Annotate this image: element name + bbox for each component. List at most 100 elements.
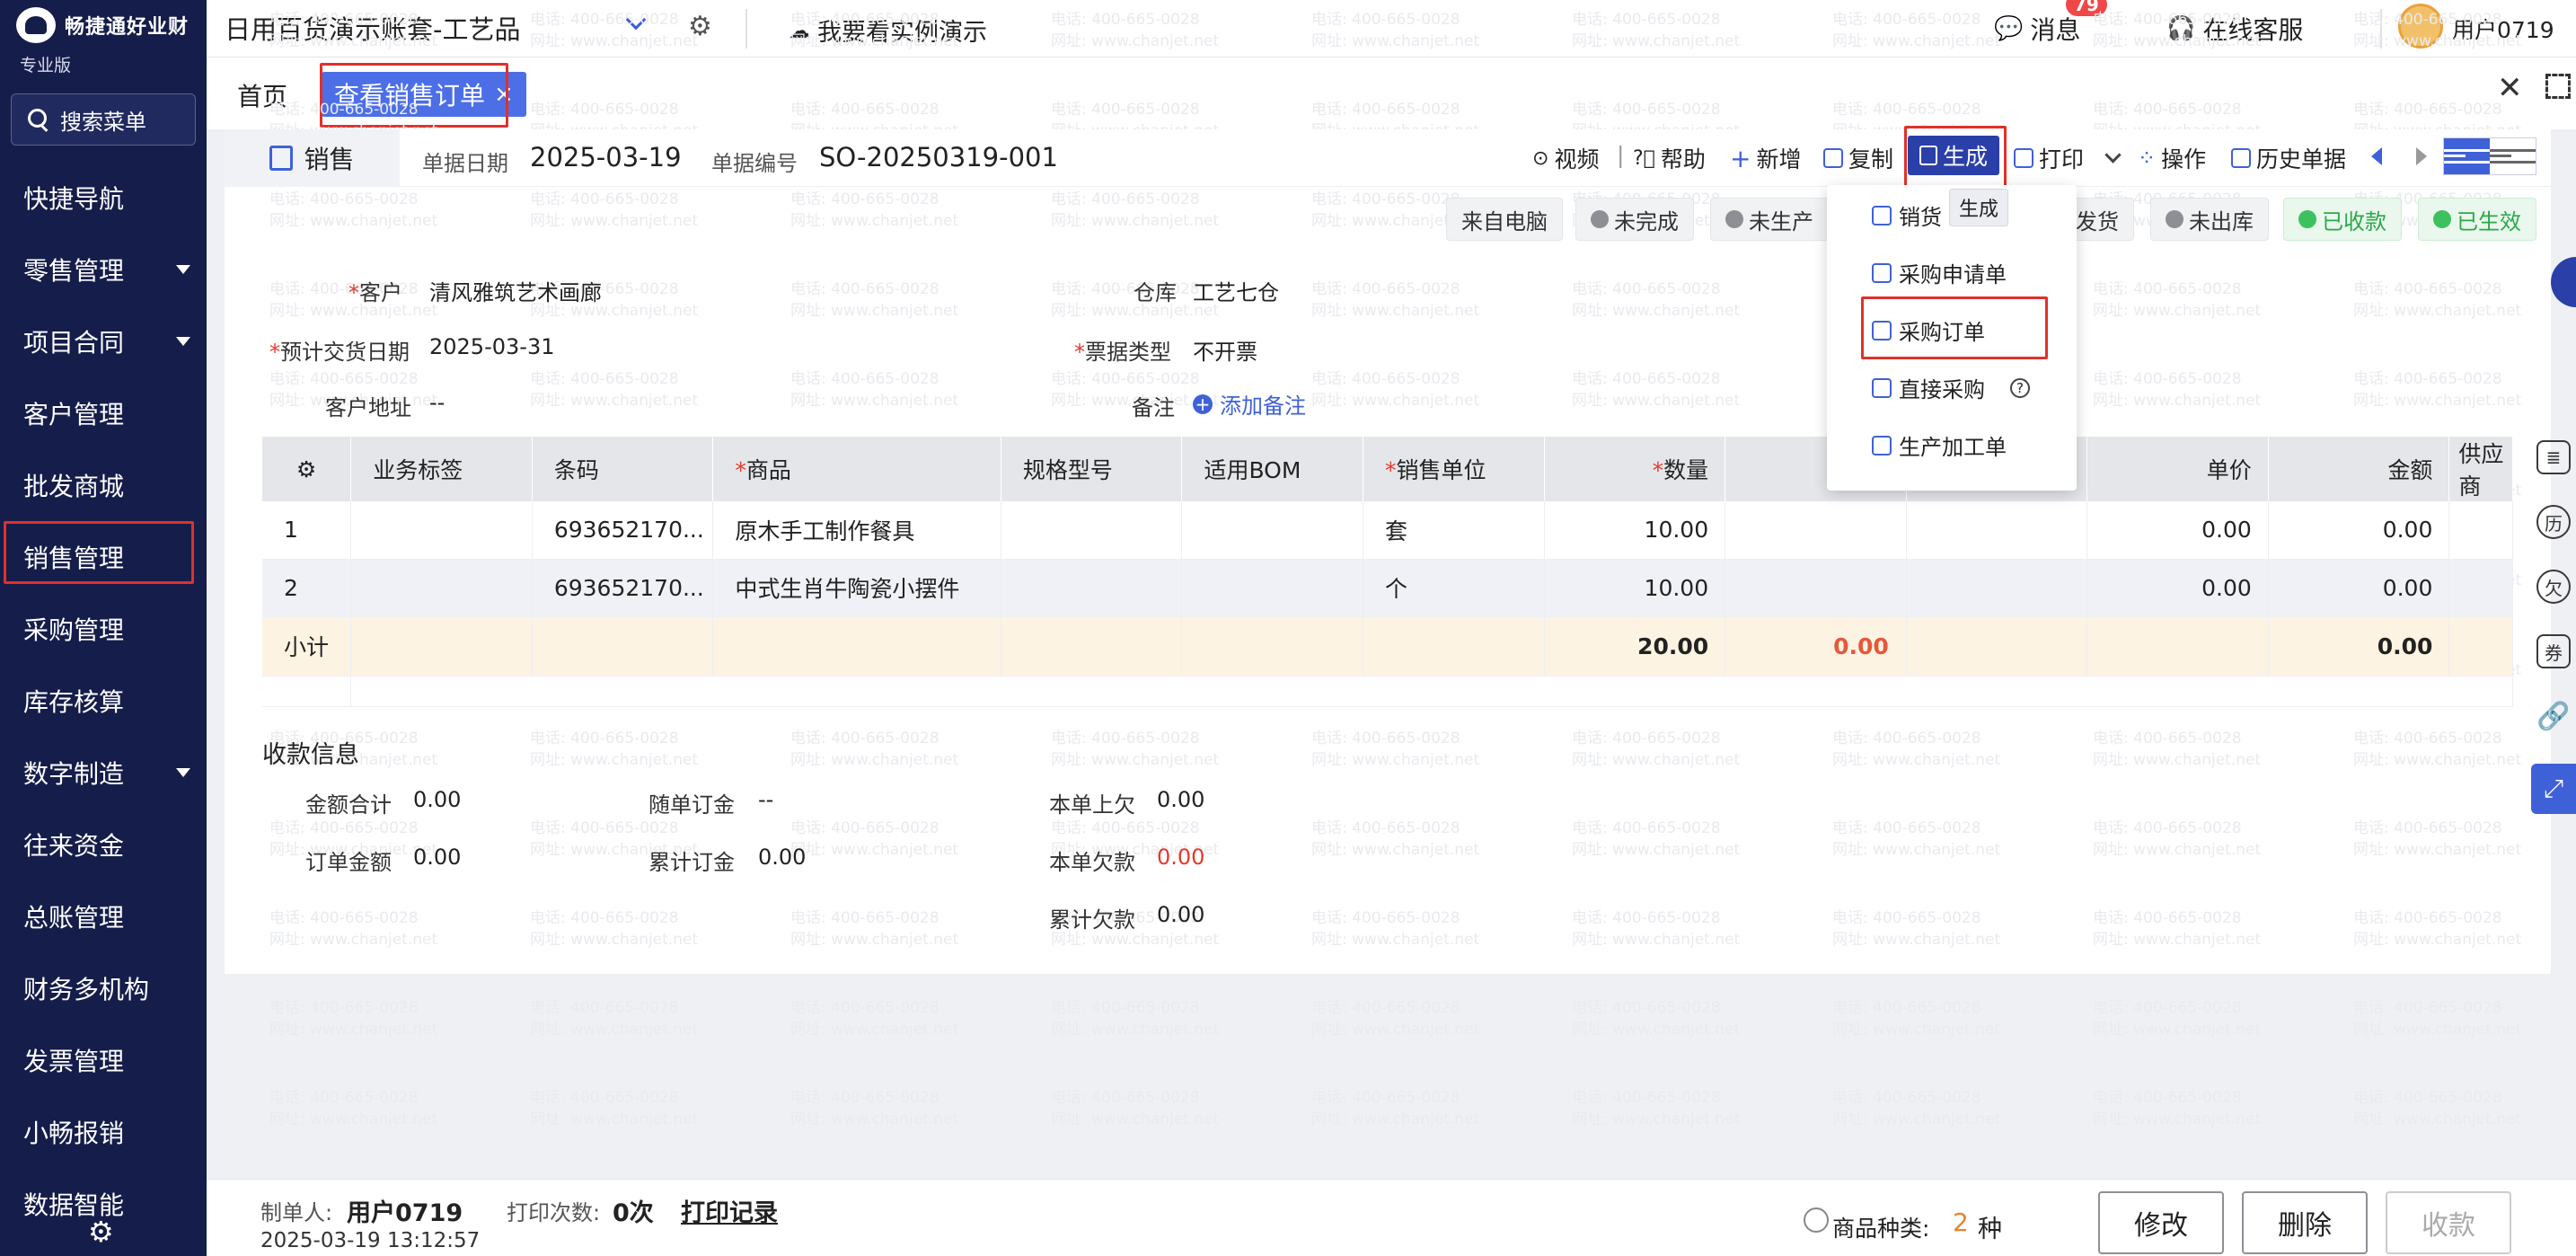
watermark: 电话: 400-665-0028网址: www.chanjet.net (1311, 1089, 1480, 1128)
watermark: 电话: 400-665-0028网址: www.chanjet.net (269, 1089, 438, 1128)
prev-doc-icon[interactable] (2371, 147, 2382, 165)
add-button[interactable]: + 新增 (1730, 142, 1801, 174)
col-header: 条码 (532, 437, 714, 501)
sidebar-item[interactable]: 发票管理 (0, 1024, 207, 1096)
sidebar-item[interactable]: 销售管理 (0, 521, 207, 593)
sidebar-item[interactable]: 总账管理 (0, 880, 207, 952)
sidebar-item-label: 数字制造 (23, 759, 125, 789)
list-view-icon[interactable] (2444, 138, 2490, 174)
generate-dropdown: 销货 采购申请单 采购订单 直接采购? 生产加工单 (1827, 185, 2077, 491)
sidebar-item[interactable]: 客户管理 (0, 377, 207, 449)
copy-button[interactable]: 复制 (1823, 142, 1893, 174)
coupon-rail-icon[interactable]: 券 (2536, 634, 2571, 668)
right-rail: ≣ 历 欠 券 🔗 ⤢ (2531, 422, 2576, 871)
sidebar-item[interactable]: 库存核算 (0, 665, 207, 737)
invoice-type-value[interactable]: 不开票 (1193, 334, 1257, 366)
menu-item-direct-purchase[interactable]: 直接采购? (1872, 372, 2030, 403)
next-doc-icon[interactable] (2416, 147, 2427, 165)
status-dot-icon (1591, 210, 1609, 228)
status-chip-source: 来自电脑 (1446, 198, 1563, 241)
column-settings-icon[interactable]: ⚙ (262, 437, 352, 501)
sidebar-item[interactable]: 项目合同 (0, 305, 207, 377)
sidebar-item[interactable]: 小畅报销 (0, 1096, 207, 1168)
customer-value[interactable]: 清风雅筑艺术画廊 (429, 275, 602, 306)
print-button[interactable]: 打印 (2014, 142, 2122, 174)
cell-bom (1181, 501, 1363, 560)
operate-button[interactable]: ⁘ 操作 (2138, 142, 2206, 174)
sidebar-item[interactable]: 数字制造 (0, 737, 207, 809)
account-selector[interactable]: 日用百货演示账套-工艺品 (225, 9, 520, 47)
demo-label: 我要看实例演示 (817, 19, 987, 47)
menu-item-purchase-order[interactable]: 采购订单 (1872, 314, 1985, 346)
chevron-down-icon[interactable] (625, 9, 647, 31)
order-amount-label: 订单金额 (305, 850, 392, 875)
chevron-down-icon[interactable] (2104, 146, 2122, 164)
history-rail-icon[interactable]: 历 (2536, 505, 2571, 539)
cell-supplier (2448, 559, 2513, 617)
watermark: 电话: 400-665-0028网址: www.chanjet.net (269, 999, 438, 1039)
delete-button[interactable]: 删除 (2242, 1191, 2368, 1254)
card-view-icon[interactable] (2490, 138, 2536, 174)
generate-button[interactable]: 生成 (1908, 136, 1999, 175)
account-gear-icon[interactable]: ⚙ (688, 11, 712, 42)
table-row[interactable]: 2 693652170... 中式生肖牛陶瓷小摆件 个 10.00 0.00 0… (262, 559, 2513, 617)
menu-item-production-order[interactable]: 生产加工单 (1872, 429, 2007, 461)
delivery-date-value[interactable]: 2025-03-31 (429, 334, 554, 359)
tab-close-icon[interactable]: × (494, 81, 514, 108)
tab-home[interactable]: 首页 (237, 77, 287, 113)
menu-item-purchase-request[interactable]: 采购申请单 (1872, 257, 2007, 288)
watermark: 电话: 400-665-0028网址: www.chanjet.net (2093, 1089, 2262, 1128)
sidebar-item[interactable]: 快捷导航 (0, 162, 207, 234)
add-remark-label: 添加备注 (1220, 394, 1306, 419)
avatar[interactable] (2398, 4, 2443, 49)
view-toggle[interactable] (2443, 137, 2536, 175)
video-button[interactable]: ⊙ 视频 (1532, 142, 1599, 174)
status-dot-icon (1725, 210, 1743, 228)
tab-view-sales-order[interactable]: 查看销售订单 × (322, 72, 526, 117)
fullscreen-icon[interactable] (2545, 74, 2571, 99)
link-icon[interactable]: 🔗 (2536, 699, 2571, 733)
warehouse-value[interactable]: 工艺七仓 (1193, 275, 1279, 306)
help-button[interactable]: ?⃝ 帮助 (1633, 142, 1706, 174)
print-icon (2014, 148, 2033, 168)
online-service-button[interactable]: 🎧 在线客服 (2166, 11, 2303, 47)
print-label: 打印 (2039, 146, 2085, 172)
sidebar-item[interactable]: 零售管理 (0, 234, 207, 305)
user-name[interactable]: 用户0719 (2452, 13, 2554, 45)
watermark: 电话: 400-665-0028网址: www.chanjet.net (1832, 999, 2001, 1039)
status-chip-not-outbound: 未出库 (2150, 198, 2269, 241)
table-row[interactable]: 1 693652170... 原木手工制作餐具 套 10.00 0.00 0.0… (262, 501, 2513, 560)
add-label: 新增 (1756, 146, 1802, 172)
help-label: 帮助 (1660, 146, 1706, 172)
search-menu-button[interactable]: 搜索菜单 (11, 93, 196, 146)
sidebar-item[interactable]: 财务多机构 (0, 952, 207, 1024)
history-label: 历史单据 (2256, 146, 2347, 172)
menu-item-sales[interactable]: 销货 (1872, 199, 1942, 231)
receive-button[interactable]: 收款 (2386, 1191, 2511, 1254)
close-icon[interactable]: ✕ (2497, 70, 2523, 106)
print-record-link[interactable]: 打印记录 (681, 1193, 778, 1228)
collection-title: 收款信息 (262, 741, 359, 769)
address-value[interactable]: -- (429, 390, 445, 415)
subtotal-available: 0.00 (1725, 616, 1907, 677)
history-button[interactable]: 历史单据 (2231, 142, 2346, 174)
add-remark-link[interactable]: + 添加备注 (1193, 388, 1306, 420)
expand-panel-icon[interactable]: ⤢ (2531, 764, 2576, 814)
owe-rail-icon[interactable]: 欠 (2536, 570, 2571, 604)
print-count-label: 打印次数: (507, 1200, 601, 1225)
demo-link[interactable]: ☁ 我要看实例演示 (789, 13, 987, 48)
sidebar-item[interactable]: 往来资金 (0, 809, 207, 880)
notes-icon[interactable]: ≣ (2536, 440, 2571, 474)
sidebar-item[interactable]: 采购管理 (0, 593, 207, 665)
sidebar-item[interactable]: 批发商城 (0, 449, 207, 521)
sales-doc-tab[interactable]: 销售 (225, 129, 400, 187)
brand-logo[interactable]: 畅捷通好业财 (16, 7, 189, 43)
edit-button[interactable]: 修改 (2098, 1191, 2224, 1254)
settings-gear-icon[interactable]: ⚙ (88, 1215, 114, 1249)
cum-owe-value: 0.00 (1157, 902, 1205, 927)
side-handle[interactable] (2551, 257, 2576, 307)
sidebar-item-label: 财务多机构 (23, 975, 150, 1004)
sidebar-item-label: 销售管理 (23, 544, 125, 573)
watermark: 电话: 400-665-0028网址: www.chanjet.net (790, 1089, 959, 1128)
messages-button[interactable]: 💬 消息 (1994, 11, 2080, 47)
